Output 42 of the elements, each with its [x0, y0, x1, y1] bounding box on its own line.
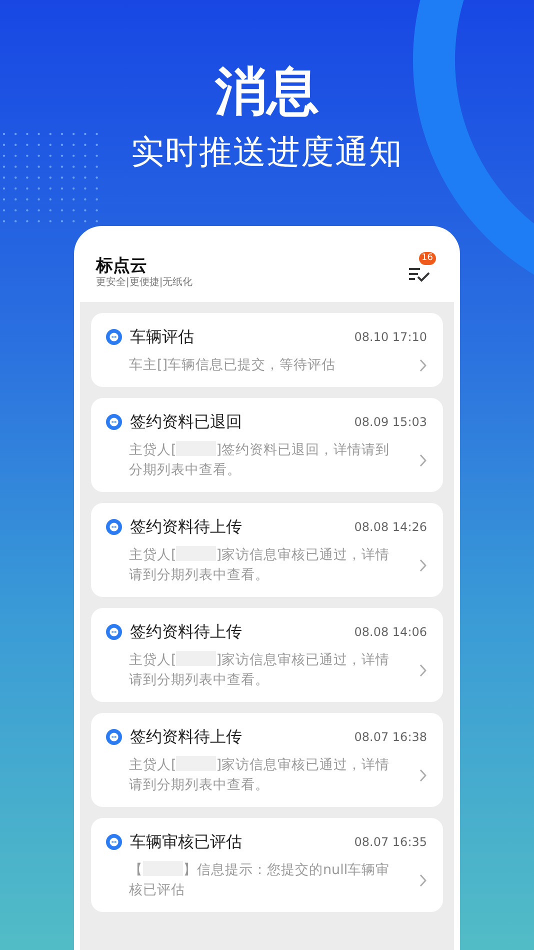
count-badge: 16 [418, 252, 436, 265]
message-time: 08.08 14:26 [354, 520, 427, 534]
chat-bubble-icon [106, 519, 122, 535]
message-card[interactable]: 车辆审核已评估 08.07 16:35 【 】信息提示：您提交的null车辆审核已评估 [91, 818, 443, 912]
message-card[interactable]: 签约资料待上传 08.07 16:38 主贷人[ ]家访信息审核已通过，详情请到分期列表中查看。 [91, 713, 443, 807]
chat-bubble-icon [106, 414, 122, 430]
message-title: 车辆审核已评估 [130, 832, 243, 852]
chevron-right-icon [419, 358, 427, 372]
page-title: 消息 [215, 61, 319, 124]
message-time: 08.09 15:03 [354, 415, 427, 429]
page-subtitle: 实时推送进度通知 [131, 131, 403, 173]
message-card[interactable]: 签约资料待上传 08.08 14:26 主贷人[ ]家访信息审核已通过，详情请到分期列表中查看。 [91, 503, 443, 597]
message-title: 签约资料待上传 [130, 622, 243, 642]
chevron-right-icon [419, 558, 427, 572]
chevron-right-icon [419, 664, 427, 676]
message-title: 车辆评估 [130, 327, 195, 347]
message-card[interactable]: 签约资料已退回 08.09 15:03 主贷人[ ]签约资料已退回，详情请到分期列表中查看。 [91, 398, 443, 492]
message-card[interactable]: 签约资料待上传 08.08 14:06 主贷人[ ]家访信息审核已通过，详情请到分期列表中查看。 [91, 608, 443, 702]
chevron-right-icon [419, 768, 427, 782]
chevron-right-icon [419, 454, 427, 466]
message-text: 【 】信息提示：您提交的null车辆审核已评估 [129, 860, 391, 900]
message-title: 签约资料待上传 [130, 727, 243, 747]
chat-bubble-icon [106, 729, 122, 745]
message-text: 主贷人[ ]家访信息审核已通过，详情请到分期列表中查看。 [129, 650, 391, 690]
message-time: 08.07 16:35 [354, 835, 427, 849]
message-card[interactable]: 车辆评估 08.10 17:10 车主[]车辆信息已提交，等待评估 [91, 313, 443, 387]
message-time: 08.10 17:10 [354, 330, 427, 344]
message-title: 签约资料已退回 [130, 412, 243, 432]
chat-bubble-icon [106, 834, 122, 850]
list-check-icon [408, 266, 430, 282]
chevron-right-icon [419, 874, 427, 886]
chat-bubble-icon [106, 624, 122, 640]
message-time: 08.07 16:38 [354, 730, 427, 744]
message-text: 主贷人[ ]家访信息审核已通过，详情请到分期列表中查看。 [129, 545, 391, 585]
message-time: 08.08 14:06 [354, 625, 427, 639]
message-text: 主贷人[ ]签约资料已退回，详情请到分期列表中查看。 [129, 440, 391, 480]
app-name: 标点云 [96, 256, 148, 276]
app-tagline: 更安全|更便捷|无纸化 [96, 276, 193, 290]
chat-bubble-icon [106, 329, 122, 345]
message-text: 车主[]车辆信息已提交，等待评估 [129, 356, 337, 375]
message-title: 签约资料待上传 [130, 517, 243, 537]
message-text: 主贷人[ ]家访信息审核已通过，详情请到分期列表中查看。 [129, 755, 391, 795]
